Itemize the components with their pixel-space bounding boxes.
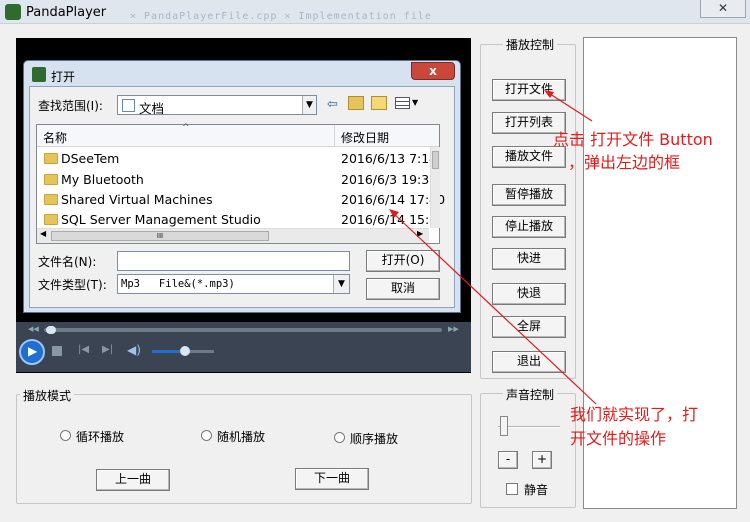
arrow-to-dialog xyxy=(391,211,597,405)
annotation-top-line2: ，弹出左边的框 xyxy=(568,153,681,172)
annotation-bottom-line2: 开文件的操作 xyxy=(570,429,667,448)
arrow-to-open-file xyxy=(546,91,593,122)
arrow-head xyxy=(544,90,554,98)
annotation-top-line1: 点击 打开文件 Button xyxy=(553,130,713,149)
annotation-bottom-line1: 我们就实现了，打 xyxy=(570,405,699,424)
